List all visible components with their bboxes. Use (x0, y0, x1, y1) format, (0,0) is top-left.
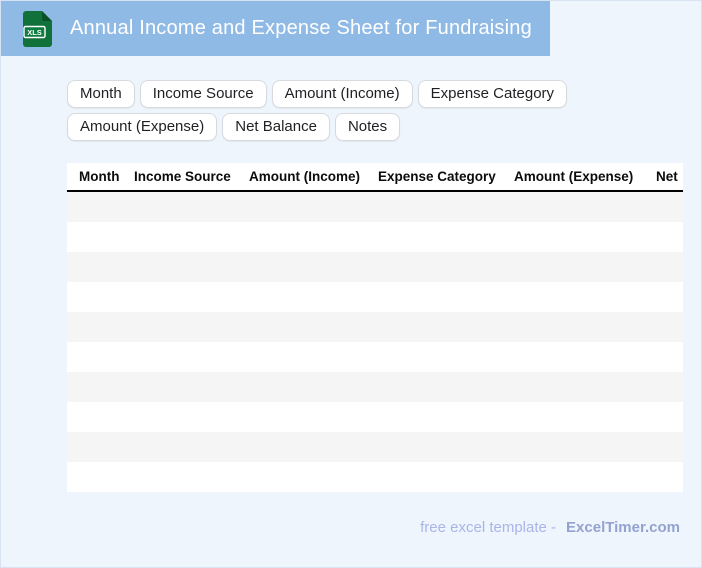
table-row (67, 252, 683, 282)
col-header-net: Net (656, 169, 678, 184)
table-row (67, 192, 683, 222)
title-bar: XLS Annual Income and Expense Sheet for … (1, 1, 550, 56)
table-row (67, 312, 683, 342)
col-header-amount-expense: Amount (Expense) (514, 169, 634, 184)
chip-amount-income[interactable]: Amount (Income) (271, 80, 413, 108)
table-body (67, 192, 683, 492)
spreadsheet-preview: Month Income Source Amount (Income) Expe… (67, 163, 683, 492)
table-header-row: Month Income Source Amount (Income) Expe… (67, 163, 683, 192)
table-row (67, 372, 683, 402)
chip-income-source[interactable]: Income Source (139, 80, 267, 108)
tag-chips: Month Income Source Amount (Income) Expe… (67, 80, 699, 141)
chip-expense-category[interactable]: Expense Category (417, 80, 568, 108)
chip-amount-expense[interactable]: Amount (Expense) (67, 113, 218, 141)
table-row (67, 342, 683, 372)
template-preview-page: XLS Annual Income and Expense Sheet for … (0, 0, 702, 568)
chip-month[interactable]: Month (67, 80, 135, 108)
svg-text:XLS: XLS (27, 27, 42, 36)
chip-net-balance[interactable]: Net Balance (222, 113, 330, 141)
col-header-income-source: Income Source (134, 169, 231, 184)
footer-credit: free excel template - ExcelTimer.com (420, 519, 680, 536)
table-row (67, 402, 683, 432)
xls-file-icon: XLS (23, 10, 52, 47)
page-title: Annual Income and Expense Sheet for Fund… (70, 17, 532, 39)
col-header-month: Month (79, 169, 120, 184)
col-header-amount-income: Amount (Income) (249, 169, 360, 184)
chip-notes[interactable]: Notes (334, 113, 401, 141)
col-header-expense-category: Expense Category (378, 169, 496, 184)
table-row (67, 282, 683, 312)
footer-text: free excel template - (420, 519, 557, 536)
table-row (67, 432, 683, 462)
table-row (67, 222, 683, 252)
footer-brand-link[interactable]: ExcelTimer.com (566, 519, 680, 536)
table-row (67, 462, 683, 492)
